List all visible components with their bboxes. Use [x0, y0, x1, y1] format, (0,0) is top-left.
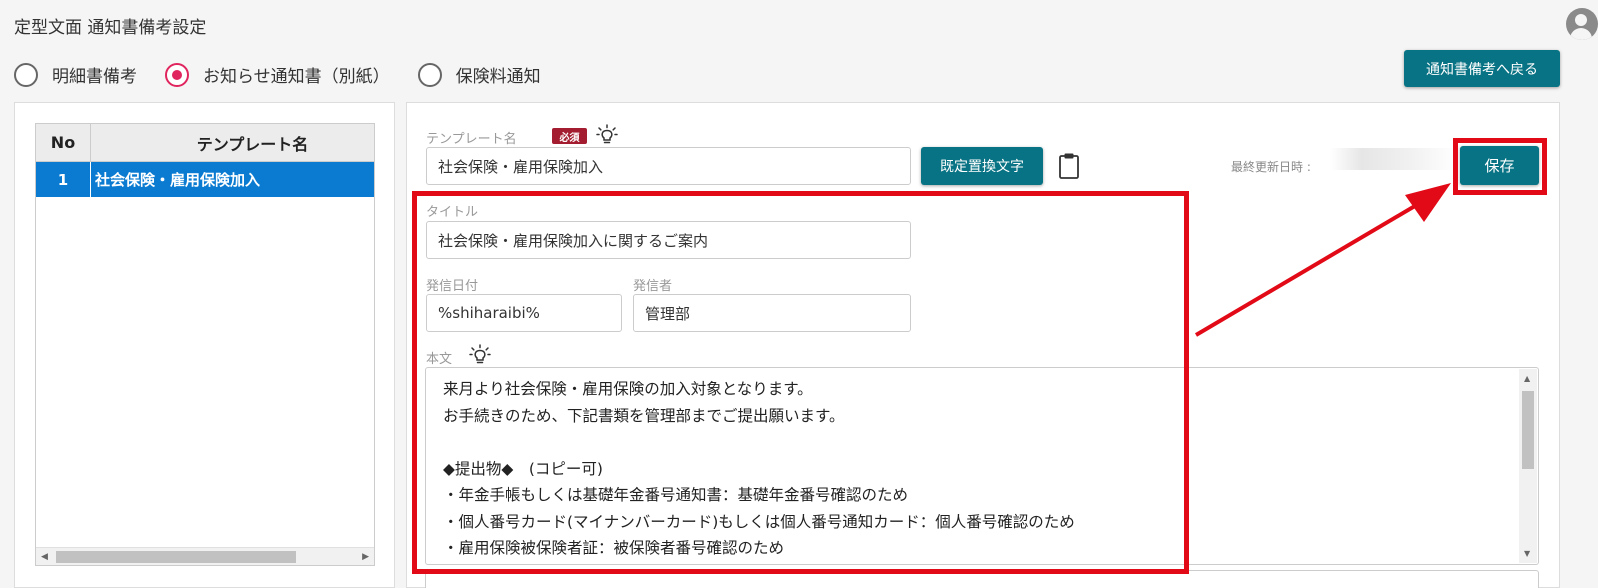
annotation-arrow-icon	[1194, 183, 1451, 337]
